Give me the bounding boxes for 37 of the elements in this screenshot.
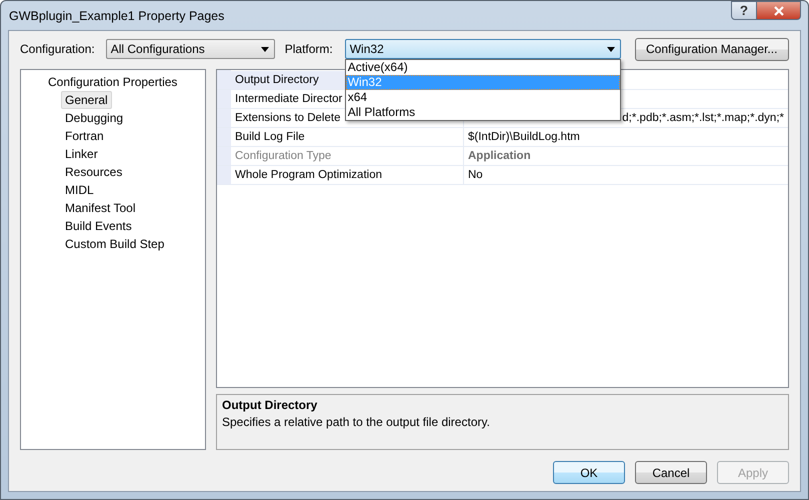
property-name[interactable]: Intermediate Director xyxy=(235,93,342,105)
platform-combo[interactable]: Win32 xyxy=(344,39,621,59)
property-value: d;*.pdb;*.asm;*.lst;*.map;*.dyn;* xyxy=(622,111,785,126)
property-value: $(IntDir)\BuildLog.htm xyxy=(468,130,580,145)
tree-item[interactable]: Linker xyxy=(61,145,102,163)
tree-item[interactable]: Build Events xyxy=(61,217,136,235)
property-name[interactable]: Whole Program Optimization xyxy=(235,169,382,181)
tree-item[interactable]: Configuration Properties xyxy=(44,73,182,91)
close-icon xyxy=(772,6,784,16)
description-title: Output Directory xyxy=(222,398,318,412)
property-value: Application xyxy=(468,149,531,164)
configuration-label: Configuration: xyxy=(20,42,95,56)
window-title: GWBplugin_Example1 Property Pages xyxy=(8,8,224,22)
property-name[interactable]: Build Log File xyxy=(235,131,305,143)
tree-item[interactable]: MIDL xyxy=(61,181,98,199)
dropdown-option[interactable]: x64 xyxy=(346,90,620,105)
property-name[interactable]: Output Directory xyxy=(235,74,319,86)
tree-item[interactable]: Custom Build Step xyxy=(61,235,168,253)
tree-item[interactable]: Fortran xyxy=(61,127,108,145)
dropdown-option[interactable]: Active(x64) xyxy=(346,60,620,75)
platform-label: Platform: xyxy=(284,42,333,56)
tree-item[interactable]: General xyxy=(61,91,112,109)
caret-icon xyxy=(606,46,615,52)
configuration-manager-button[interactable]: Configuration Manager... xyxy=(634,38,789,60)
dropdown-option[interactable]: All Platforms xyxy=(346,105,620,120)
configuration-combo[interactable]: All Configurations xyxy=(106,39,275,59)
dialog-button[interactable]: OK xyxy=(553,461,625,484)
description-text: Specifies a relative path to the output file directory. xyxy=(222,415,491,429)
tree-item[interactable]: Resources xyxy=(61,163,126,181)
tree-item[interactable]: Manifest Tool xyxy=(61,199,140,217)
property-value: No xyxy=(468,168,483,183)
close-button[interactable] xyxy=(757,1,801,20)
property-name[interactable]: Extensions to Delete xyxy=(235,112,340,124)
tree-item[interactable]: Debugging xyxy=(61,109,128,127)
caret-icon xyxy=(260,46,269,52)
help-button[interactable]: ? xyxy=(731,1,757,20)
dialog-button[interactable]: Cancel xyxy=(635,461,707,484)
